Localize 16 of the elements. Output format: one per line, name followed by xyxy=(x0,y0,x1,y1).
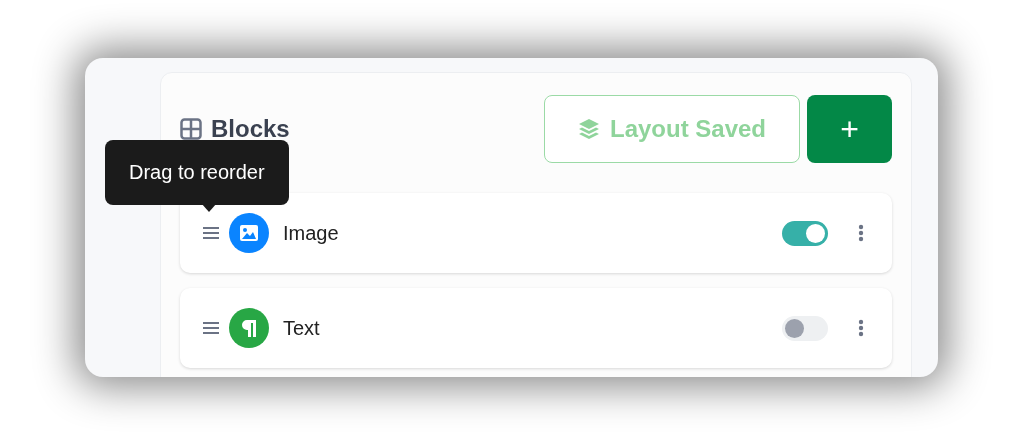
toggle-switch[interactable] xyxy=(782,220,828,246)
add-button[interactable]: + xyxy=(807,95,892,163)
block-row[interactable]: Image xyxy=(180,193,892,273)
drag-handle-icon[interactable] xyxy=(202,321,220,335)
grid-icon xyxy=(180,118,202,140)
block-label: Text xyxy=(283,316,320,340)
tooltip-arrow xyxy=(201,203,217,212)
more-icon[interactable] xyxy=(858,319,864,337)
more-icon[interactable] xyxy=(858,224,864,242)
drag-handle-icon[interactable] xyxy=(202,226,220,240)
layers-icon xyxy=(577,118,600,140)
block-row[interactable]: Text xyxy=(180,288,892,368)
panel-title: Blocks xyxy=(210,115,290,143)
tooltip: Drag to reorder xyxy=(105,140,289,205)
toggle-switch[interactable] xyxy=(782,315,828,341)
block-label: Image xyxy=(283,221,339,245)
